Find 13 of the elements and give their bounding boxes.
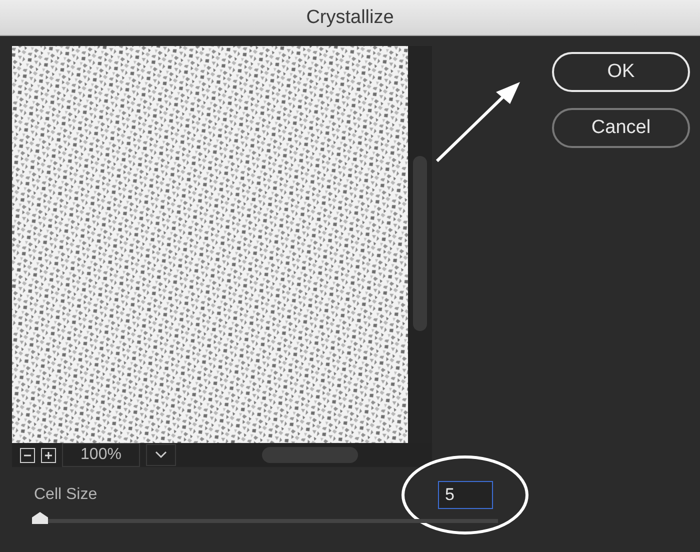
slider-thumb[interactable]	[32, 512, 48, 524]
cancel-button[interactable]: Cancel	[552, 108, 690, 148]
chevron-down-icon	[155, 451, 167, 459]
window-title: Crystallize	[306, 6, 394, 28]
zoom-in-button[interactable]	[41, 448, 56, 462]
zoom-dropdown[interactable]	[146, 444, 176, 466]
cell-size-field[interactable]: 5	[438, 481, 493, 509]
cell-size-label: Cell Size	[34, 486, 98, 504]
zoom-out-button[interactable]	[20, 448, 35, 462]
zoom-level: 100%	[62, 443, 140, 467]
ok-button[interactable]: OK	[552, 52, 690, 92]
plus-icon	[44, 450, 53, 460]
scrollbar-thumb[interactable]	[262, 447, 358, 463]
